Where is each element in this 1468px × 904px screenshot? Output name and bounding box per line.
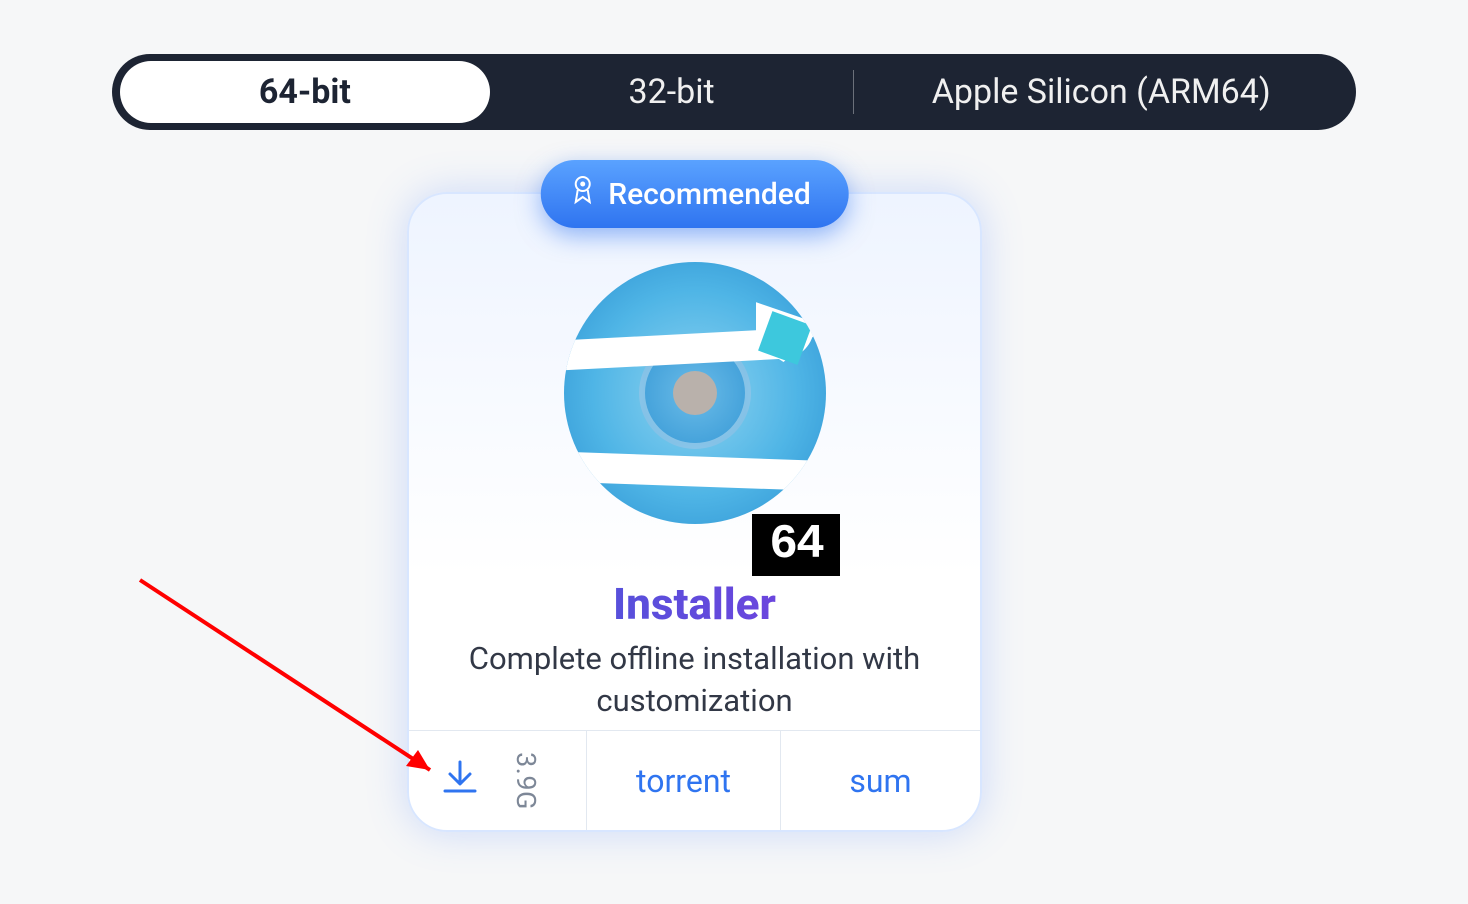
tab-32-bit[interactable]: 32-bit (490, 61, 854, 123)
disc-artwork (409, 262, 980, 524)
card-subtitle: Complete offline installation with custo… (459, 638, 930, 722)
tab-label: 32-bit (629, 72, 715, 112)
card-footer: 3.9G torrent sum (409, 730, 980, 830)
annotation-arrow (130, 570, 470, 800)
ribbon-icon (570, 174, 594, 214)
installer-card: 64 Installer Complete offline installati… (407, 192, 982, 832)
architecture-tabs: 64-bit 32-bit Apple Silicon (ARM64) (112, 54, 1356, 130)
arch-badge-64: 64 (752, 514, 840, 576)
tab-label: Apple Silicon (ARM64) (932, 72, 1271, 112)
torrent-link[interactable]: torrent (587, 731, 781, 830)
card-title: Installer (409, 578, 980, 630)
tab-64-bit[interactable]: 64-bit (120, 61, 490, 123)
tab-apple-silicon[interactable]: Apple Silicon (ARM64) (854, 61, 1348, 123)
sum-label: sum (849, 762, 911, 800)
recommended-badge: Recommended (540, 160, 849, 228)
tab-label: 64-bit (259, 72, 351, 112)
download-size: 3.9G (509, 752, 541, 810)
recommended-label: Recommended (608, 177, 811, 212)
checksum-link[interactable]: sum (781, 731, 980, 830)
torrent-label: torrent (636, 762, 731, 800)
